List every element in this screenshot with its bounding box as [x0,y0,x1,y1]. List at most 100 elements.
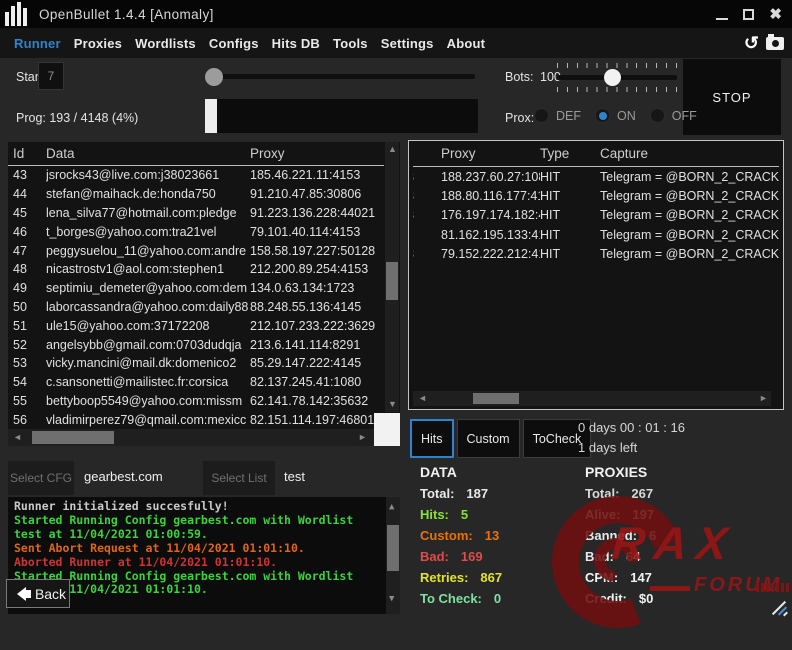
data-stats: Total:187 Hits:5 Custom:13 Bad:169 Retri… [420,486,502,612]
scroll-down-icon[interactable]: ▼ [389,595,394,604]
menu-item[interactable]: Configs [209,36,259,51]
cell-proxy: 134.0.63.134:1723 [250,281,380,295]
results-hscrollbar-thumb[interactable] [32,431,114,444]
stat-row: Credit:$0 [585,591,656,606]
table-row[interactable]: 44 stefan@maihack.de:honda750 91.210.47.… [8,185,384,204]
results-vscrollbar-thumb[interactable] [386,262,398,300]
cell-proxy: 81.162.195.133:4153 [420,228,540,242]
table-row[interactable]: 3 176.197.174.182:414 HIT Telegram = @BO… [413,206,779,225]
openbullet-logo-icon [5,2,27,26]
history-clock-icon[interactable]: ↺ [744,34,759,52]
tab[interactable]: Hits [410,419,454,458]
watermark-forum-text: FORUM [694,574,782,597]
cell-clipped: 3 [413,189,420,203]
stat-row: Total:187 [420,486,502,501]
table-row[interactable]: 49 septimiu_demeter@yahoo.com:dem 134.0.… [8,279,384,298]
cell-id: 51 [8,319,46,333]
menu-item[interactable]: Proxies [74,36,122,51]
table-row[interactable]: 3 79.152.222.212:4145 HIT Telegram = @BO… [413,245,779,264]
stat-value: 197 [632,507,654,522]
menu-item[interactable]: About [447,36,486,51]
maximize-button[interactable] [743,9,754,20]
column-data: Data [46,146,250,161]
hits-hscrollbar-thumb[interactable] [473,393,519,404]
table-row[interactable]: 55 bettyboop5549@yahoo.com:missm 62.141.… [8,392,384,411]
cell-proxy: 82.151.114.197:46801 [250,413,380,427]
menu-item[interactable]: Runner [14,36,61,51]
start-input[interactable] [38,62,64,90]
maximize-icon [743,9,754,20]
table-row[interactable]: 48 nicastrostv1@aol.com:stephen1 212.200… [8,260,384,279]
table-row[interactable]: 45 lena_silva77@hotmail.com:pledge 91.22… [8,204,384,223]
scroll-down-icon[interactable]: ▼ [388,400,397,409]
scroll-left-icon[interactable]: ◄ [13,433,22,442]
close-button[interactable]: ✖ [769,7,782,22]
stat-row: Bad:169 [420,549,502,564]
select-cfg-button[interactable]: Select CFG [8,461,74,495]
scroll-up-icon[interactable]: ▲ [388,145,397,154]
column-proxy: Proxy [250,146,380,161]
radio-label: DEF [556,109,581,123]
hits-rows: 3 188.237.60.27:1080 HIT Telegram = @BOR… [409,167,783,264]
table-row[interactable]: 81.162.195.133:4153 HIT Telegram = @BORN… [413,225,779,244]
start-slider[interactable] [205,74,475,79]
cell-id: 44 [8,187,46,201]
table-row[interactable]: 53 vicky.mancini@mail.dk:domenico2 85.29… [8,354,384,373]
cell-type: HIT [540,247,600,261]
camera-icon[interactable] [766,37,784,50]
cell-data: angelsybb@gmail.com:0703dudqja [46,338,250,352]
cell-proxy: 212.200.89.254:4153 [250,262,380,276]
stop-button[interactable]: STOP [683,59,781,135]
cell-data: bettyboop5549@yahoo.com:missm [46,394,250,408]
results-table: Id Data Proxy 43 jsrocks43@live.com:j380… [8,142,400,446]
scroll-left-icon[interactable]: ◄ [418,394,427,403]
scroll-right-icon[interactable]: ► [358,433,367,442]
prox-radio-option[interactable]: OFF [650,108,697,123]
stat-label: Hits: [420,507,449,522]
scroll-right-icon[interactable]: ► [759,394,768,403]
table-row[interactable]: 46 t_borges@yahoo.com:tra21vel 79.101.40… [8,222,384,241]
cell-proxy: 79.101.40.114:4153 [250,225,380,239]
stat-row: Total:267 [585,486,656,501]
back-button[interactable]: Back [6,579,70,608]
stat-value: 13 [485,528,499,543]
select-list-button[interactable]: Select List [203,461,275,495]
cell-data: lena_silva77@hotmail.com:pledge [46,206,250,220]
table-row[interactable]: 52 angelsybb@gmail.com:0703dudqja 213.6.… [8,335,384,354]
table-row[interactable]: 50 laborcassandra@yahoo.com:daily88 88.2… [8,298,384,317]
cell-type: HIT [540,189,600,203]
menu-item[interactable]: Settings [381,36,434,51]
log-line: test at 11/04/2021 01:00:59. [8,528,400,542]
scroll-up-icon[interactable]: ▲ [389,503,394,512]
cell-capture: Telegram = @BORN_2_CRACK [600,247,779,261]
menu-item[interactable]: Wordlists [135,36,196,51]
cell-data: jsrocks43@live.com:j38023661 [46,168,250,182]
column-proxy: Proxy [420,146,540,161]
log-vscrollbar-thumb[interactable] [387,525,399,571]
radio-icon [650,108,665,123]
menu-item[interactable]: Hits DB [272,36,320,51]
table-row[interactable]: 43 jsrocks43@live.com:j38023661 185.46.2… [8,166,384,185]
watermark-dashes [756,583,789,592]
resize-grip-icon[interactable] [770,597,790,617]
window-title: OpenBullet 1.4.4 [Anomaly] [39,7,214,22]
prox-radio-option[interactable]: DEF [534,108,581,123]
days-left: 1 days left [578,440,637,455]
hits-hscrollbar[interactable] [413,391,771,406]
minimize-button[interactable] [716,9,728,20]
bots-slider-thumb[interactable] [604,69,621,86]
tab[interactable]: Custom [457,419,520,458]
table-row[interactable]: 54 c.sansonetti@mailistec.fr:corsica 82.… [8,373,384,392]
table-row[interactable]: 51 ule15@yahoo.com:37172208 212.107.233.… [8,316,384,335]
tab-label: Custom [467,432,510,446]
menu-item[interactable]: Tools [333,36,368,51]
start-slider-thumb[interactable] [205,68,223,86]
stat-value: 267 [631,486,653,501]
stat-row: Hits:5 [420,507,502,522]
table-row[interactable]: 47 peggysuelou_11@yahoo.com:andre 158.58… [8,241,384,260]
bots-slider-ticks-top [557,63,677,68]
prox-radio-option[interactable]: ON [595,108,636,123]
table-row[interactable]: 3 188.237.60.27:1080 HIT Telegram = @BOR… [413,167,779,186]
table-row[interactable]: 56 vladimirperez79@qmail.com:mexicc 82.1… [8,410,384,429]
table-row[interactable]: 3 188.80.116.177:4153 HIT Telegram = @BO… [413,186,779,205]
